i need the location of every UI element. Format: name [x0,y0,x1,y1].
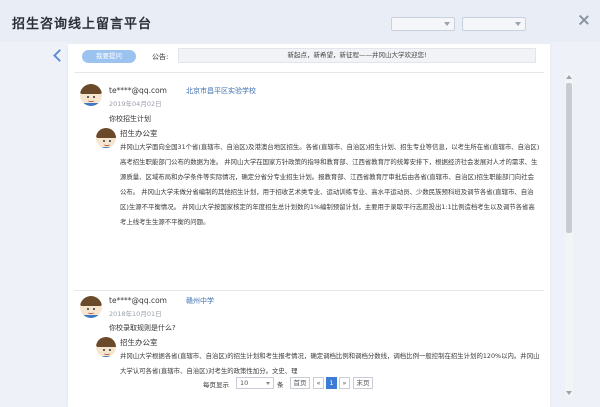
pagination: 每页显示 10 条 首页 « 1 » 末页 [0,375,600,395]
page-title: 招生咨询线上留言平台 [12,17,153,32]
message-question: 你校招生计划 [109,115,151,123]
notice-label: 公告: [152,53,169,61]
message-org: 赣州中学 [186,297,214,305]
office-avatar [96,128,116,148]
scroll-up-icon[interactable] [566,75,572,79]
reply-text: 井冈山大学根据各省(直辖市、自治区)的招生计划和考生报考情况，确定调档比例和调档… [120,352,540,375]
notice-text: 新起点，新希望，新征程——井冈山大学欢迎您! [178,48,536,63]
message-date: 2019年04月02日 [109,100,162,108]
reply-author: 招生办公室 [120,338,158,347]
filter-select-2[interactable] [462,17,526,31]
reply-text: 井冈山大学面向全国31个省(直辖市、自治区)及港澳台地区招生。各省(直辖市、自治… [120,143,540,226]
page-number-button[interactable]: 1 [326,377,337,389]
top-bar: 招生咨询线上留言平台 [0,0,600,42]
message-user: te****@qq.com [109,296,167,305]
back-arrow-icon[interactable] [52,49,64,63]
ask-question-button[interactable]: 我要提问 [82,50,136,63]
user-avatar [80,296,102,318]
last-page-button[interactable]: 末页 [353,377,373,389]
next-page-button[interactable]: » [339,377,350,389]
user-avatar [80,84,102,106]
reply-author: 招生办公室 [120,129,158,138]
per-page-label: 每页显示 [203,381,229,389]
message-user: te****@qq.com [109,86,167,95]
message-question: 你校录取规则是什么? [109,324,176,332]
scrollbar-thumb[interactable] [566,83,572,233]
first-page-button[interactable]: 首页 [290,377,310,389]
message-divider [74,290,544,291]
office-avatar [96,337,116,357]
per-page-select[interactable]: 10 [236,377,274,389]
per-page-unit: 条 [277,381,284,389]
scrollbar[interactable] [565,73,573,397]
chevron-down-icon [515,22,521,26]
chevron-down-icon [444,22,450,26]
prev-page-button[interactable]: « [313,377,324,389]
chevron-down-icon [266,382,270,385]
filter-select-1[interactable] [391,17,455,31]
message-date: 2018年10月01日 [109,310,162,318]
message-org: 北京市昌平区实验学校 [186,87,256,95]
close-icon[interactable] [578,14,590,26]
header-divider [74,72,544,73]
